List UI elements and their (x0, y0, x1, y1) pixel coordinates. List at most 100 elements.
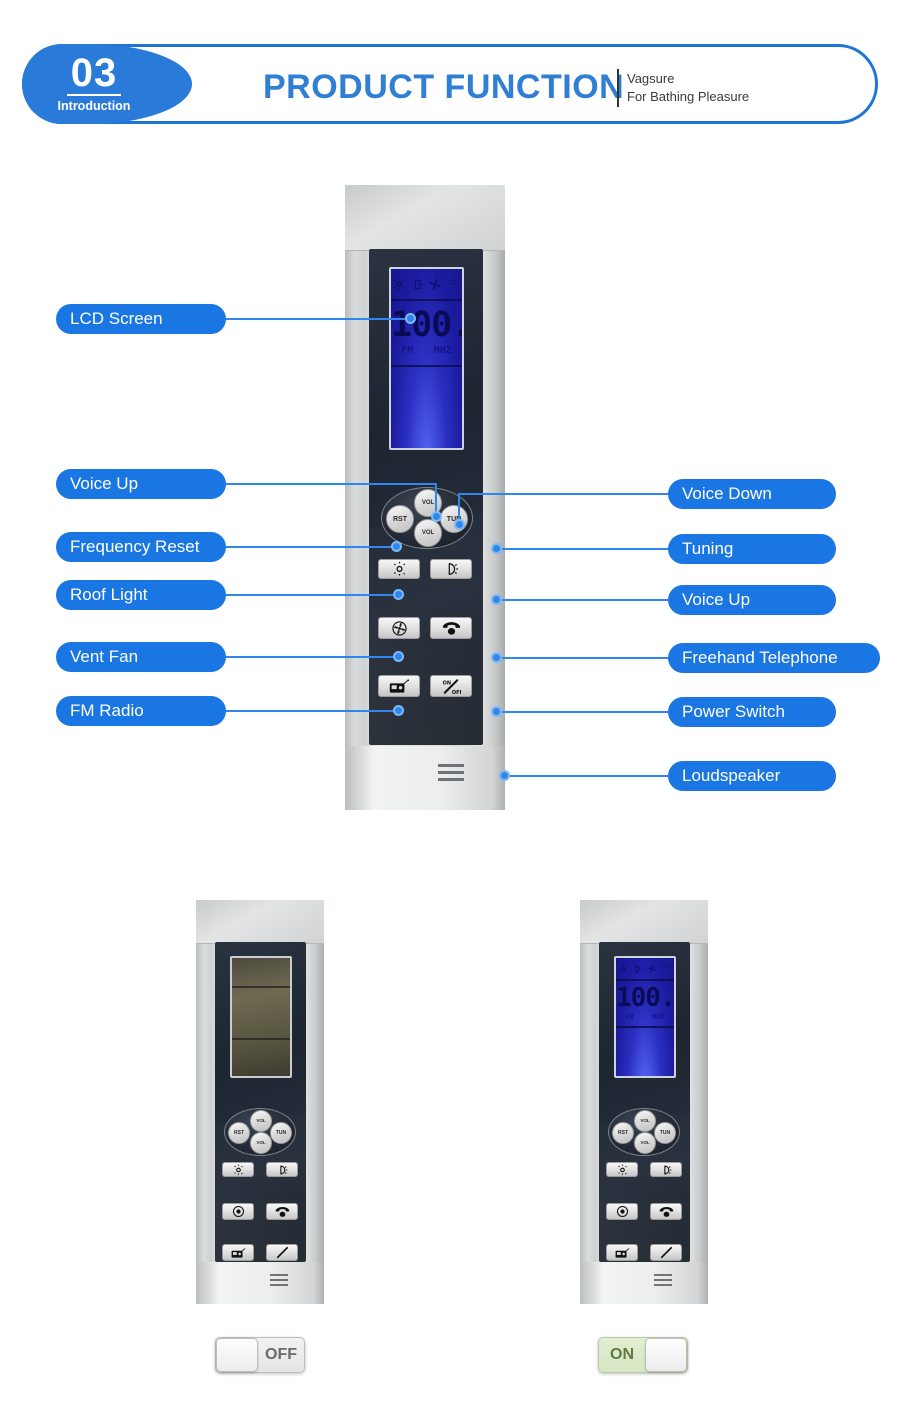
callout-label: Roof Light (70, 585, 148, 604)
lcd-frequency: 100.4 (616, 983, 675, 1013)
volume-up-button[interactable]: VOL (634, 1110, 656, 1132)
device-bottom-bezel (580, 1262, 708, 1304)
toggle-knob[interactable] (216, 1338, 258, 1372)
lcd-divider-bottom (616, 1026, 674, 1028)
lcd-divider-bottom (391, 365, 462, 367)
callout-lead-vent-fan (226, 656, 398, 658)
lcd-divider-bottom (232, 1038, 290, 1040)
vent-fan-button[interactable] (606, 1203, 638, 1220)
callout-lead-freehand-telephone (496, 657, 668, 659)
radio-icon (231, 1247, 245, 1258)
radio-icon (389, 678, 409, 693)
fan-icon (391, 620, 407, 636)
callout-tuning: Tuning (668, 534, 836, 564)
device-bottom-bezel (196, 1262, 324, 1304)
lcd-status-icons (616, 963, 674, 977)
callout-label: Power Switch (682, 702, 785, 721)
reset-button[interactable]: RST (612, 1122, 634, 1144)
device-state-on: 100.4 FM MHZ RST TUN VOL VOL (580, 900, 708, 1304)
power-toggle-off[interactable]: OFF (215, 1337, 305, 1373)
lcd-divider-top (232, 986, 290, 988)
callout-power-switch: Power Switch (668, 697, 836, 727)
callout-voice-down: Voice Down (668, 479, 836, 509)
power-onoff-icon (660, 1246, 672, 1259)
callout-lead-voice-up-right (496, 599, 668, 601)
callout-lead-lcd-screen (226, 318, 411, 320)
fan-icon (616, 1205, 628, 1218)
callout-dot-tuning (491, 543, 502, 554)
power-button[interactable] (266, 1244, 298, 1261)
telephone-button[interactable] (266, 1203, 298, 1220)
callout-label: Loudspeaker (682, 766, 781, 785)
side-light-icon (448, 563, 458, 575)
callout-lead-loudspeaker (504, 775, 668, 777)
toggle-knob[interactable] (645, 1338, 687, 1372)
tuning-button[interactable]: TUN (270, 1122, 292, 1144)
vent-fan-button[interactable] (378, 617, 420, 639)
telephone-button[interactable] (650, 1203, 682, 1220)
volume-down-button[interactable]: VOL (634, 1132, 656, 1154)
lcd-screen-off (230, 956, 292, 1078)
callout-dot-loudspeaker (499, 770, 510, 781)
device-top-cap (345, 185, 505, 251)
phone-icon (447, 277, 460, 297)
roof-light-icon (393, 561, 405, 576)
roof-light-button[interactable] (222, 1162, 254, 1177)
side-light-button[interactable] (650, 1162, 682, 1177)
callout-label: Frequency Reset (70, 537, 200, 556)
reset-button[interactable]: RST (386, 505, 414, 533)
fm-radio-button[interactable] (606, 1244, 638, 1261)
fm-radio-button[interactable] (222, 1244, 254, 1261)
callout-label: Voice Down (682, 484, 772, 503)
device-top-cap (196, 900, 324, 944)
volume-down-button[interactable]: VOL (414, 519, 442, 547)
brand-name: Vagsure (627, 71, 675, 86)
tuning-button[interactable]: TUN (654, 1122, 676, 1144)
roof-light-icon (617, 1164, 627, 1175)
vent-fan-button[interactable] (222, 1203, 254, 1220)
callout-dot-freehand-telephone (491, 652, 502, 663)
roof-light-icon (619, 961, 628, 979)
lcd-status-icons (391, 277, 462, 297)
main-device-illustration: 100.4 FM MHZ RST TUN VOL VOL (345, 185, 505, 810)
side-light-button[interactable] (266, 1162, 298, 1177)
lcd-band: FM (401, 345, 414, 356)
callout-dot-voice-down (454, 519, 465, 530)
callout-label: Vent Fan (70, 647, 139, 666)
lcd-frequency: 100.4 (391, 305, 462, 345)
loudspeaker-grille (270, 1274, 288, 1286)
phone-icon (275, 1206, 289, 1217)
volume-up-button[interactable]: VOL (250, 1110, 272, 1132)
phone-icon (662, 961, 671, 979)
callout-lcd-screen: LCD Screen (56, 304, 226, 334)
callout-label: Tuning (682, 539, 734, 558)
power-toggle-on[interactable]: ON (598, 1337, 688, 1373)
roof-light-button[interactable] (378, 559, 420, 579)
roof-light-button[interactable] (606, 1162, 638, 1177)
svg-text:ON: ON (443, 680, 451, 686)
callout-fm-radio: FM Radio (56, 696, 226, 726)
fm-radio-button[interactable] (378, 675, 420, 697)
callout-freehand-telephone: Freehand Telephone (668, 643, 880, 673)
section-badge: 03 Introduction (22, 44, 192, 124)
callout-lead-frequency-reset (226, 546, 396, 548)
svg-text:OFF: OFF (452, 690, 461, 695)
toggle-label-off: OFF (265, 1346, 297, 1363)
reset-button[interactable]: RST (228, 1122, 250, 1144)
power-button[interactable] (650, 1244, 682, 1261)
callout-label: Freehand Telephone (682, 648, 838, 667)
callout-roof-light: Roof Light (56, 580, 226, 610)
device-state-off: RST TUN VOL VOL (196, 900, 324, 1304)
side-light-button[interactable] (430, 559, 472, 579)
telephone-button[interactable] (430, 617, 472, 639)
tuning-button[interactable]: TUN (440, 505, 468, 533)
loudspeaker-grille (438, 764, 464, 781)
power-button[interactable]: ON OFF (430, 675, 472, 697)
fan-icon (647, 961, 657, 979)
volume-down-button[interactable]: VOL (250, 1132, 272, 1154)
callout-label: FM Radio (70, 701, 144, 720)
callout-lead-power-switch (496, 711, 668, 713)
side-light-icon (663, 1165, 671, 1174)
page-title: PRODUCT FUNCTION (263, 68, 625, 106)
brand-block: Vagsure For Bathing Pleasure (627, 70, 749, 106)
